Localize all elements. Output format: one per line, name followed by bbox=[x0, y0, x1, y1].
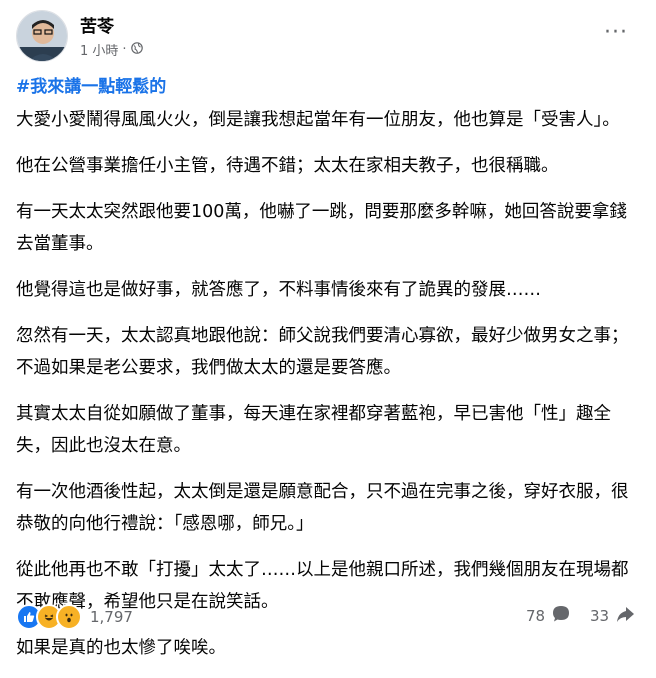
post-meta: 1 小時 · bbox=[80, 40, 143, 59]
meta-separator: · bbox=[122, 42, 127, 57]
post-paragraph: 有一次他酒後性起，太太倒是還是願意配合，只不過在完事之後，穿好衣服，很恭敬的向他… bbox=[16, 482, 629, 534]
post-time[interactable]: 1 小時 bbox=[80, 40, 118, 59]
shares-count-label: 33 bbox=[590, 607, 610, 625]
post-footer: 1,797 78 33 bbox=[16, 600, 640, 632]
share-icon bbox=[615, 604, 635, 628]
comments-count[interactable]: 78 bbox=[526, 604, 571, 628]
post-paragraph: 忽然有一天，太太認真地跟他說：師父說我們要清心寡欲，最好少做男女之事；￼不過如果… bbox=[16, 326, 629, 378]
post-paragraph: 他在公營事業擔任小主管，待遇不錯；太太在家相夫教子，也很稱職。 bbox=[16, 156, 559, 176]
post-paragraph: 如果是真的也太慘了唉唉。 bbox=[16, 638, 226, 658]
author-name[interactable]: 苦苓 bbox=[80, 12, 114, 37]
post-body: ￼大愛小愛鬧得風風火火，倒是讓我想起當年有一位朋友，他也算是「受害人」。 他在公… bbox=[16, 104, 640, 678]
comments-count-label: 78 bbox=[526, 607, 546, 625]
shares-count[interactable]: 33 bbox=[590, 604, 635, 628]
hashtag-link[interactable]: #我來講一點輕鬆的 bbox=[16, 72, 166, 97]
wow-reaction-icon bbox=[56, 604, 82, 630]
comment-icon bbox=[551, 604, 571, 628]
author-avatar[interactable] bbox=[16, 10, 68, 62]
post-paragraph: 他覺得這也是做好事，就答應了，不料事情後來有了詭異的發展…… bbox=[16, 280, 541, 300]
more-options-icon[interactable]: ··· bbox=[598, 14, 634, 50]
globe-icon bbox=[130, 41, 143, 58]
reaction-count: 1,797 bbox=[90, 608, 133, 626]
post-paragraph: 其實太太自從如願做了董事，每天連在家裡都穿著藍袍，早已害他「性」趣全失，因此也沒… bbox=[16, 404, 611, 456]
post-paragraph: 有一天太太突然跟他要100萬，他嚇了一跳，問要那麼多幹嘛，她回答說要拿錢去當董事… bbox=[16, 202, 627, 254]
reactions-summary[interactable]: 1,797 bbox=[16, 604, 133, 630]
post-header: 苦苓 1 小時 · ··· bbox=[16, 10, 640, 62]
post-paragraph: ￼大愛小愛鬧得風風火火，倒是讓我想起當年有一位朋友，他也算是「受害人」。 bbox=[16, 110, 620, 130]
